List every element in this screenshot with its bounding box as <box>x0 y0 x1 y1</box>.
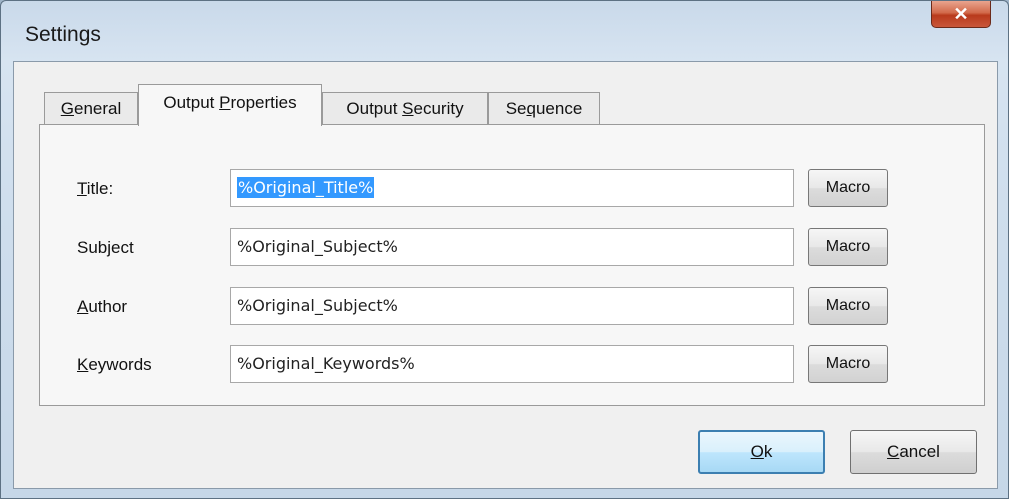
subject-label: Subject <box>77 238 134 257</box>
cancel-button[interactable]: Cancel <box>850 430 977 474</box>
keywords-macro-button[interactable]: Macro <box>808 345 888 383</box>
subject-macro-button[interactable]: Macro <box>808 228 888 266</box>
keywords-label: Keywords <box>77 355 152 374</box>
author-input[interactable]: %Original_Subject% <box>230 287 794 325</box>
tab-label: Output Security <box>346 99 464 118</box>
settings-dialog: Settings ✕ General Output Properties Out… <box>0 0 1009 499</box>
title-macro-button[interactable]: Macro <box>808 169 888 207</box>
output-properties-panel: Title: %Original_Title% Macro Subject %O… <box>39 124 985 406</box>
tab-label: General <box>60 99 122 118</box>
tab-general[interactable]: General <box>44 92 138 125</box>
window-title: Settings <box>25 23 101 46</box>
title-input[interactable]: %Original_Title% <box>230 169 794 207</box>
subject-input-value: %Original_Subject% <box>237 237 398 256</box>
tab-sequence[interactable]: Sequence <box>488 92 600 125</box>
close-button[interactable]: ✕ <box>931 1 991 28</box>
author-input-value: %Original_Subject% <box>237 296 398 315</box>
title-label: Title: <box>77 179 114 198</box>
ok-button-label: Ok <box>750 442 773 461</box>
ok-button[interactable]: Ok <box>698 430 825 474</box>
tab-label: Output Properties <box>163 92 297 112</box>
keywords-input-value: %Original_Keywords% <box>237 354 415 373</box>
cancel-button-label: Cancel <box>887 442 940 461</box>
tab-output-security[interactable]: Output Security <box>322 92 488 125</box>
tab-output-properties[interactable]: Output Properties <box>138 84 322 126</box>
close-icon: ✕ <box>953 3 969 24</box>
title-input-value: %Original_Title% <box>237 177 375 198</box>
subject-input[interactable]: %Original_Subject% <box>230 228 794 266</box>
dialog-client-area: General Output Properties Output Securit… <box>13 61 998 489</box>
author-macro-button[interactable]: Macro <box>808 287 888 325</box>
keywords-input[interactable]: %Original_Keywords% <box>230 345 794 383</box>
author-label: Author <box>77 297 128 316</box>
tab-label: Sequence <box>505 99 583 118</box>
